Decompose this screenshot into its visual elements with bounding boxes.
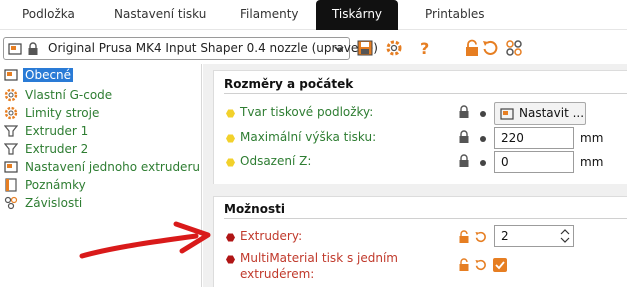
sidebar-item-label: Vlastní G-code bbox=[25, 88, 113, 102]
group-title: Možnosti bbox=[224, 202, 285, 216]
hexagon-red-icon bbox=[226, 255, 235, 264]
bed-shape-button-label: Nastavit ... bbox=[519, 106, 585, 120]
checkmark-icon bbox=[495, 261, 505, 270]
system-value-dot bbox=[480, 136, 486, 142]
z-offset-unit: mm bbox=[580, 155, 604, 169]
note-icon bbox=[5, 178, 17, 192]
z-offset-label: Odsazení Z: bbox=[240, 154, 312, 168]
mmu-label-line1: MultiMaterial tisk s jedním bbox=[240, 251, 398, 265]
extruder-icon bbox=[4, 143, 18, 155]
tab-tiskarny[interactable]: Tiskárny bbox=[316, 0, 398, 30]
sidebar-item-label: Extruder 2 bbox=[25, 142, 89, 156]
undo-icon[interactable] bbox=[474, 230, 487, 244]
lock-orange-icon[interactable] bbox=[458, 230, 470, 244]
bed-shape-label: Tvar tiskové podložky: bbox=[240, 105, 374, 119]
extruders-label: Extrudery: bbox=[240, 229, 303, 243]
spin-arrows-icon[interactable] bbox=[559, 228, 571, 244]
mmu-checkbox[interactable] bbox=[493, 258, 507, 272]
svg-text:?: ? bbox=[420, 39, 429, 57]
save-icon[interactable] bbox=[356, 39, 374, 57]
dependency-icon bbox=[4, 196, 18, 210]
tab-bar: Podložka Nastavení tisku Filamenty Tiská… bbox=[0, 0, 627, 30]
z-offset-input[interactable]: 0 bbox=[494, 151, 574, 173]
max-height-unit: mm bbox=[580, 131, 604, 145]
extruders-spinbox[interactable]: 2 bbox=[494, 225, 574, 247]
hexagon-yellow-icon bbox=[226, 109, 235, 118]
group-options: Možnosti Extrudery: 2 MultiMaterial tisk… bbox=[213, 196, 627, 287]
gear-icon bbox=[4, 106, 18, 120]
undo-icon[interactable] bbox=[481, 39, 499, 57]
lock-orange-icon[interactable] bbox=[458, 258, 470, 272]
tab-podlozka[interactable]: Podložka bbox=[22, 0, 75, 30]
lock-icon[interactable] bbox=[458, 130, 470, 144]
question-icon[interactable]: ? bbox=[416, 39, 434, 57]
system-value-dot bbox=[480, 111, 486, 117]
chevron-down-icon bbox=[334, 46, 344, 53]
lock-icon[interactable] bbox=[458, 154, 470, 168]
printer-icon bbox=[500, 108, 514, 120]
hexagon-yellow-icon bbox=[226, 134, 235, 143]
printer-icon bbox=[4, 69, 18, 81]
settings-tree: Obecné Vlastní G-code Limity stroje Extr… bbox=[0, 64, 202, 287]
tab-filamenty[interactable]: Filamenty bbox=[240, 0, 299, 30]
tab-nastaveni-tisku[interactable]: Nastavení tisku bbox=[114, 0, 206, 30]
hexagon-yellow-icon bbox=[226, 158, 235, 167]
undo-icon[interactable] bbox=[474, 258, 487, 272]
sidebar-item-label: Závislosti bbox=[25, 196, 83, 210]
tab-printables[interactable]: Printables bbox=[425, 0, 485, 30]
system-value-dot bbox=[480, 160, 486, 166]
max-height-label: Maximální výška tisku: bbox=[240, 130, 377, 144]
sidebar-item-label: Poznámky bbox=[25, 178, 86, 192]
max-height-input[interactable]: 220 bbox=[494, 127, 574, 149]
hexagon-red-icon bbox=[226, 233, 235, 242]
bed-shape-set-button[interactable]: Nastavit ... bbox=[494, 102, 586, 125]
mmu-label-line2: extrudérem: bbox=[240, 267, 315, 281]
group-divider bbox=[224, 218, 627, 219]
compare-icon[interactable] bbox=[505, 39, 523, 57]
settings-page: Rozměry a počátek Tvar tiskové podložky:… bbox=[203, 64, 627, 287]
lock-orange-icon[interactable] bbox=[463, 39, 481, 57]
gear-icon bbox=[4, 88, 18, 102]
printer-icon bbox=[8, 43, 22, 55]
gear-icon[interactable] bbox=[385, 39, 403, 57]
lock-icon[interactable] bbox=[458, 105, 470, 119]
extruder-icon bbox=[4, 125, 18, 137]
sidebar-item-label: Extruder 1 bbox=[25, 124, 89, 138]
lock-icon bbox=[28, 42, 38, 55]
group-dimensions: Rozměry a počátek Tvar tiskové podložky:… bbox=[213, 70, 627, 184]
printer-icon bbox=[4, 161, 18, 173]
preset-name: Original Prusa MK4 Input Shaper 0.4 nozz… bbox=[48, 41, 378, 55]
extruders-value: 2 bbox=[501, 229, 509, 243]
group-title: Rozměry a počátek bbox=[224, 77, 354, 91]
sidebar-item-label: Limity stroje bbox=[25, 106, 100, 120]
group-divider bbox=[224, 93, 627, 94]
preset-dropdown[interactable]: Original Prusa MK4 Input Shaper 0.4 nozz… bbox=[3, 37, 378, 60]
sidebar-item-label: Nastavení jednoho extruderu MM bbox=[25, 160, 201, 174]
sidebar-item-label: Obecné bbox=[23, 68, 74, 82]
